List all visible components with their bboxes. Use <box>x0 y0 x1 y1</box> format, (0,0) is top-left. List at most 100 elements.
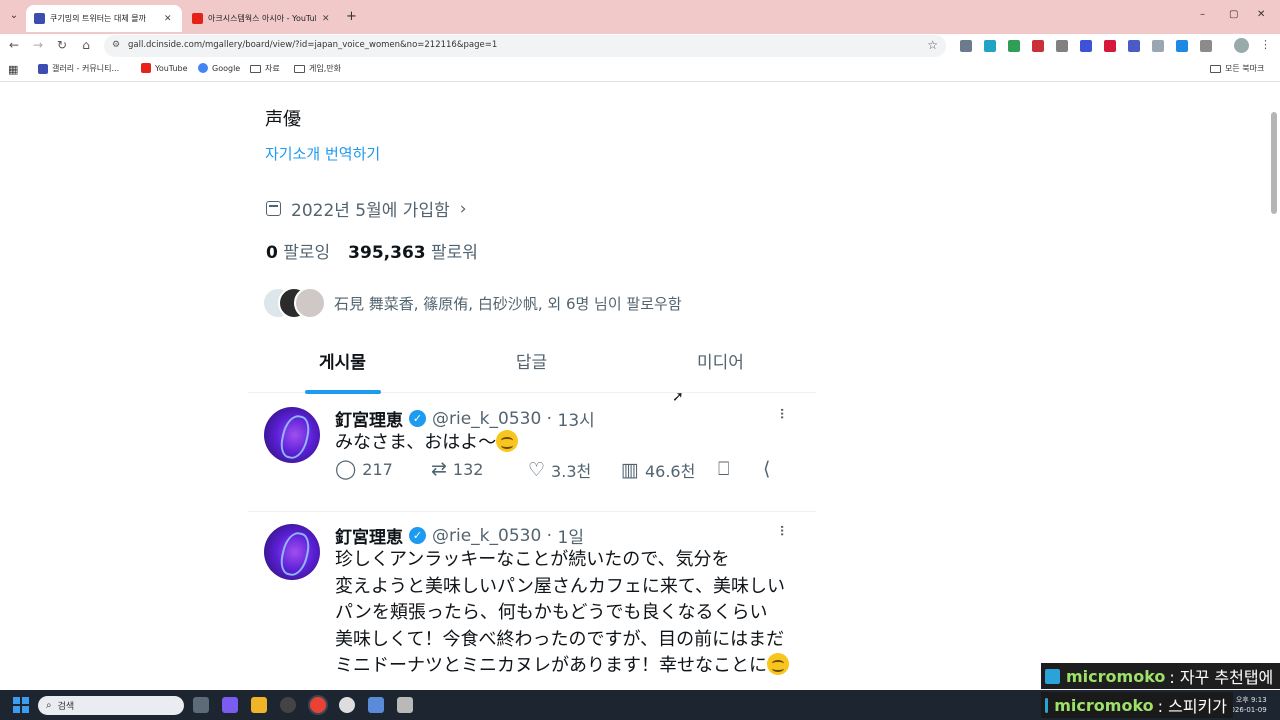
tab-media[interactable]: 미디어 <box>626 348 815 373</box>
chat-username: micromoko <box>1054 695 1154 715</box>
like-button[interactable]: ♡ 3.3천 <box>528 458 591 482</box>
extension-icon[interactable] <box>1056 40 1068 52</box>
home-icon[interactable]: ⌂ <box>78 38 94 52</box>
bookmark-icon: ⎕ <box>718 458 730 480</box>
folder-icon <box>294 64 305 73</box>
extension-icon[interactable] <box>960 40 972 52</box>
extension-icon[interactable] <box>1008 40 1020 52</box>
following-link[interactable]: 0 팔로잉 <box>266 243 330 263</box>
close-window-button[interactable]: ✕ <box>1257 9 1265 20</box>
chevron-right-icon: › <box>459 198 467 219</box>
bookmark-button[interactable]: ⎕ <box>718 458 735 480</box>
tweet-text: 珍しくアンラッキーなことが続いたので、気分を 変えようと美味しいパン屋さんカフェ… <box>335 547 805 680</box>
extension-icon[interactable] <box>984 40 996 52</box>
profile-tabs: 게시물 답글 미디어 <box>248 333 816 394</box>
task-view-icon[interactable] <box>193 697 209 713</box>
followers-link[interactable]: 395,363 팔로워 <box>348 243 478 263</box>
bookmark-item[interactable]: YouTube <box>141 63 188 73</box>
follow-counts: 0 팔로잉 395,363 팔로워 <box>266 238 478 263</box>
address-bar[interactable]: ⚙ gall.dcinside.com/mgallery/board/view/… <box>104 35 946 57</box>
browser-tab-strip: ⌄ 쿠기밍의 트위터는 대체 몰까 ✕ 아크시스템웍스 아시아 - YouTub… <box>0 0 1280 34</box>
more-options-icon[interactable]: ··· <box>771 407 792 418</box>
tab-title: 아크시스템웍스 아시아 - YouTube <box>208 14 316 23</box>
avatar[interactable] <box>264 407 320 463</box>
bookmark-folder[interactable]: 게임,만화 <box>294 63 341 74</box>
extension-icon[interactable] <box>1128 40 1140 52</box>
search-icon: ⌕ <box>46 700 52 711</box>
smiling-face-emoji <box>496 430 519 452</box>
close-tab-icon[interactable]: ✕ <box>322 14 330 24</box>
follower-avatars <box>262 287 328 319</box>
chat-platform-icon <box>1045 697 1049 713</box>
share-button[interactable]: ⟨ <box>763 458 776 480</box>
retweet-button[interactable]: ⇄ 132 <box>431 458 483 480</box>
apps-grid-icon[interactable]: ▦ <box>8 63 18 76</box>
tab-search-icon[interactable]: ⌄ <box>6 8 22 24</box>
author-handle[interactable]: @rie_k_0530 <box>432 409 541 429</box>
bookmark-item[interactable]: Google <box>198 63 240 73</box>
browser-menu-icon[interactable]: ⋮ <box>1260 38 1271 51</box>
verified-badge-icon: ✓ <box>409 527 426 544</box>
puzzle-icon[interactable] <box>1200 40 1212 52</box>
bar-chart-icon: ▥ <box>621 459 639 481</box>
page-scrollbar[interactable] <box>1271 112 1277 214</box>
extension-icon[interactable] <box>1080 40 1092 52</box>
minimize-button[interactable]: – <box>1200 9 1205 20</box>
extension-icon[interactable] <box>1032 40 1044 52</box>
tweet[interactable]: 釘宮理恵 ✓ @rie_k_0530 · 13시 ··· みなさま、おはよ〜 ◯… <box>248 395 816 512</box>
app-icon[interactable] <box>397 697 413 713</box>
tab-posts[interactable]: 게시물 <box>248 348 437 373</box>
app-icon[interactable] <box>339 697 355 713</box>
maximize-button[interactable]: ▢ <box>1229 9 1238 20</box>
bookmark-star-icon[interactable]: ☆ <box>927 38 938 52</box>
followers-you-know[interactable]: 石見 舞菜香, 篠原侑, 白砂沙帆, 외 6명 님이 팔로우함 <box>262 287 682 319</box>
dcinside-icon <box>34 13 45 24</box>
chrome-icon[interactable] <box>310 697 326 713</box>
tweet-actions: ◯ 217 ⇄ 132 ♡ 3.3천 ▥ 46.6천 ⎕ ⟨ <box>335 458 795 482</box>
dcinside-icon <box>38 63 48 74</box>
profile-bio: 声優 <box>265 109 301 130</box>
google-icon <box>198 63 208 73</box>
reply-button[interactable]: ◯ 217 <box>335 458 393 480</box>
author-handle[interactable]: @rie_k_0530 <box>432 526 541 546</box>
avatar[interactable] <box>264 524 320 580</box>
close-tab-icon[interactable]: ✕ <box>164 14 172 24</box>
app-icon[interactable] <box>280 697 296 713</box>
download-icon[interactable] <box>1176 40 1188 52</box>
browser-tab-active[interactable]: 쿠기밍의 트위터는 대체 몰까 ✕ <box>26 5 182 32</box>
back-arrow-icon[interactable]: ← <box>6 38 22 52</box>
taskbar-search[interactable]: ⌕ 검색 <box>38 696 184 715</box>
views-button[interactable]: ▥ 46.6천 <box>621 458 695 482</box>
heart-icon: ♡ <box>528 459 546 481</box>
author-name[interactable]: 釘宮理恵 <box>335 523 403 548</box>
more-options-icon[interactable]: ··· <box>771 524 792 535</box>
tweet[interactable]: 釘宮理恵 ✓ @rie_k_0530 · 1일 ··· 珍しくアンラッキーなこと… <box>248 512 816 690</box>
youtube-icon <box>141 63 151 73</box>
site-info-icon[interactable]: ⚙ <box>112 40 120 50</box>
forward-arrow-icon[interactable]: → <box>30 38 46 52</box>
extension-icon[interactable] <box>1152 40 1164 52</box>
verified-badge-icon: ✓ <box>409 410 426 427</box>
extension-icon[interactable] <box>1104 40 1116 52</box>
tweet-time[interactable]: 1일 <box>558 523 584 548</box>
joined-date[interactable]: 2022년 5월에 가입함 › <box>266 196 467 221</box>
browser-tab[interactable]: 아크시스템웍스 아시아 - YouTube ✕ <box>184 5 340 32</box>
tweet-header: 釘宮理恵 ✓ @rie_k_0530 · 1일 <box>335 523 584 549</box>
profile-avatar[interactable] <box>1234 38 1249 53</box>
all-bookmarks-folder[interactable]: 모든 북마크 <box>1210 63 1264 74</box>
tab-title: 쿠기밍의 트위터는 대체 몰까 <box>50 14 146 23</box>
tab-replies[interactable]: 답글 <box>437 348 626 373</box>
new-tab-button[interactable]: + <box>346 9 357 24</box>
copilot-icon[interactable] <box>222 697 238 713</box>
smiling-face-emoji <box>767 653 789 675</box>
file-explorer-icon[interactable] <box>251 697 267 713</box>
bookmark-folder[interactable]: 자료 <box>250 63 280 74</box>
author-name[interactable]: 釘宮理恵 <box>335 406 403 431</box>
youtube-icon <box>192 13 203 24</box>
reload-icon[interactable]: ↻ <box>54 38 70 52</box>
translate-bio-link[interactable]: 자기소개 번역하기 <box>265 143 380 164</box>
bookmark-item[interactable]: 갤러리 - 커뮤니티... <box>38 63 119 74</box>
windows-start-icon[interactable] <box>13 697 29 713</box>
settings-gear-icon[interactable] <box>368 697 384 713</box>
tweet-time[interactable]: 13시 <box>558 406 595 431</box>
